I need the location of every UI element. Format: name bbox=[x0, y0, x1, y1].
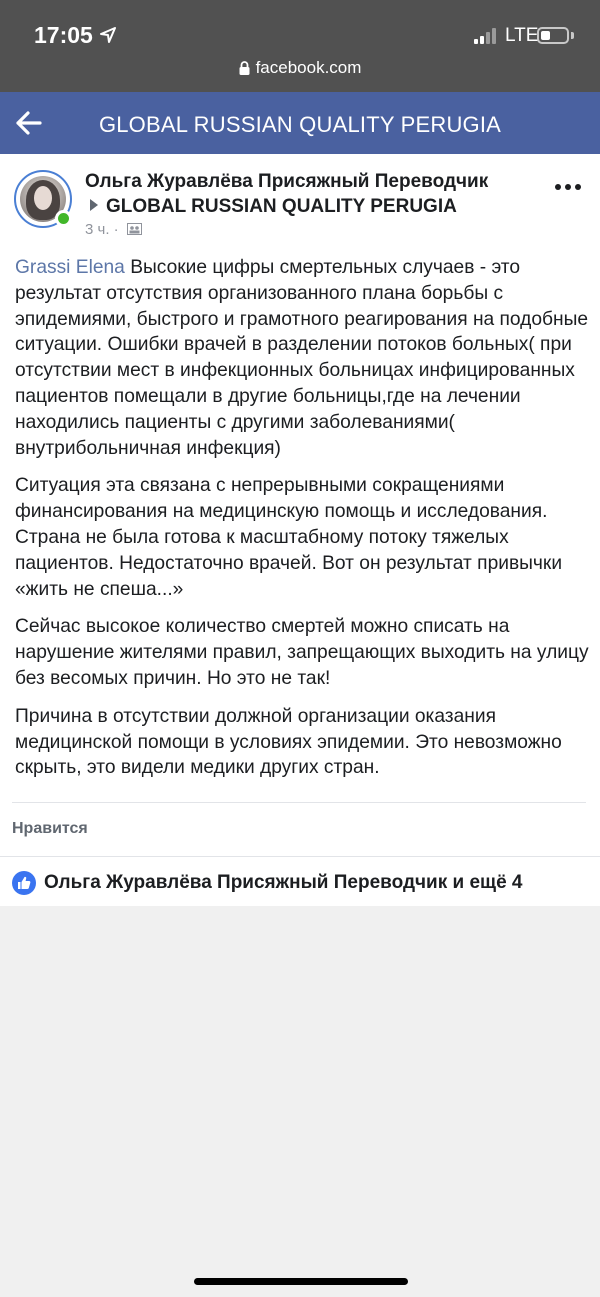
post-time[interactable]: 3 ч. · bbox=[85, 221, 119, 238]
comment-card: Ольга Журавлёва Присяжный Переводчик GLO… bbox=[0, 154, 600, 906]
network-type: LTE bbox=[505, 25, 539, 46]
reactions-text: Ольга Журавлёва Присяжный Переводчик и е… bbox=[44, 872, 523, 893]
members-audience-icon bbox=[126, 223, 142, 235]
triangle-right-icon bbox=[90, 199, 98, 211]
battery-tip bbox=[571, 32, 574, 39]
paragraph: Ситуация эта связана с непрерывными сокр… bbox=[15, 475, 563, 600]
paragraph: Причина в отсутствии должной организации… bbox=[15, 705, 562, 779]
divider bbox=[0, 856, 600, 857]
paragraph: Grassi Elena Высокие цифры смертельных с… bbox=[15, 255, 590, 461]
online-status-dot bbox=[55, 210, 72, 227]
status-time: 17:05 bbox=[34, 22, 93, 48]
paragraph-text: Высокие цифры смертельных случаев - это … bbox=[15, 257, 589, 459]
post-meta: 3 ч. · bbox=[85, 221, 142, 238]
url-text: facebook.com bbox=[255, 58, 362, 77]
group-header: GLOBAL RUSSIAN QUALITY PERUGIA bbox=[0, 92, 600, 154]
signal-icon bbox=[474, 28, 500, 44]
like-button[interactable]: Нравится bbox=[12, 820, 88, 838]
group-name: GLOBAL RUSSIAN QUALITY PERUGIA bbox=[106, 196, 457, 217]
status-bar: 17:05 LTE facebook.com bbox=[0, 0, 600, 92]
group-link[interactable]: GLOBAL RUSSIAN QUALITY PERUGIA bbox=[90, 196, 457, 218]
header-title: GLOBAL RUSSIAN QUALITY PERUGIA bbox=[98, 112, 502, 137]
paragraph: Сейчас высокое количество смертей можно … bbox=[15, 616, 589, 689]
location-arrow-icon bbox=[100, 27, 116, 43]
address-bar[interactable]: facebook.com bbox=[0, 58, 600, 78]
home-indicator[interactable] bbox=[194, 1278, 408, 1285]
mention-link[interactable]: Grassi Elena bbox=[15, 257, 125, 278]
divider bbox=[12, 802, 586, 803]
more-options-icon[interactable] bbox=[555, 184, 583, 192]
battery-icon bbox=[537, 27, 569, 44]
thumbs-up-icon bbox=[12, 871, 36, 895]
lock-icon bbox=[239, 61, 250, 75]
author-name[interactable]: Ольга Журавлёва Присяжный Переводчик bbox=[85, 171, 488, 193]
comment-body: Grassi Elena Высокие цифры смертельных с… bbox=[15, 255, 590, 793]
